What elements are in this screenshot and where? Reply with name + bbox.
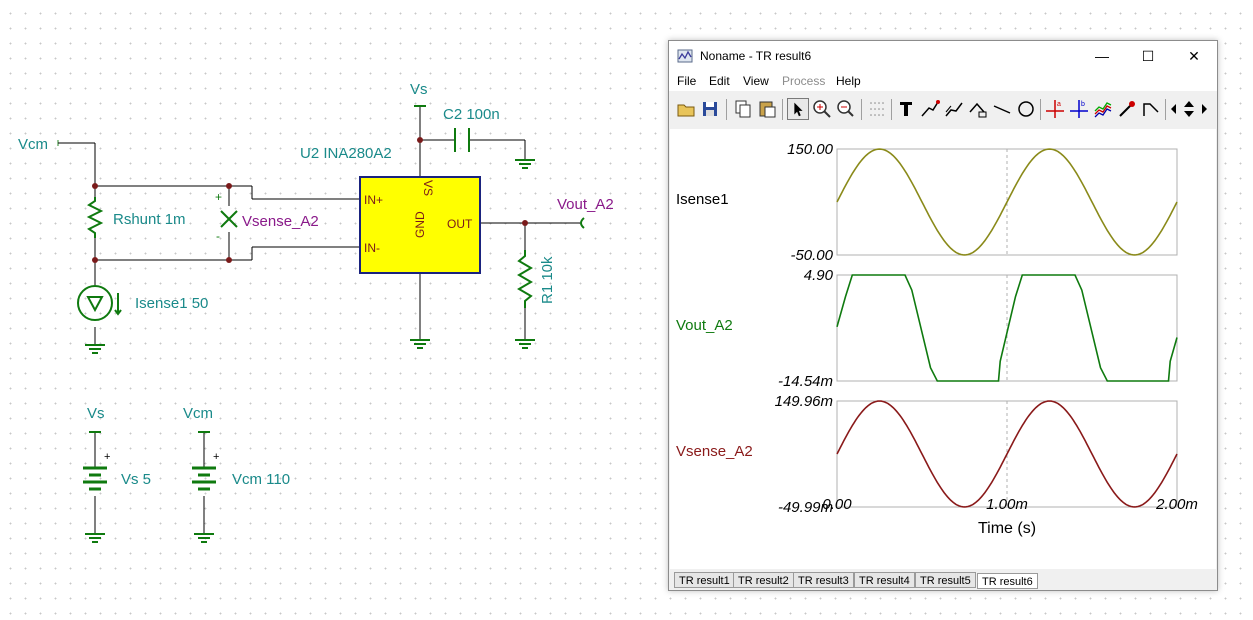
tr-result-window[interactable]: Noname - TR result6 — ☐ ✕ File Edit View… xyxy=(668,40,1218,591)
vout-terminal[interactable] xyxy=(580,217,585,229)
pin-gnd-label: GND xyxy=(413,211,427,238)
maximize-button[interactable]: ☐ xyxy=(1125,41,1171,71)
tab-tr-result6[interactable]: TR result6 xyxy=(977,573,1038,589)
vcm-source-node-label: Vcm xyxy=(183,405,213,422)
y-bottom-tick-label-0: -50.00 xyxy=(790,247,833,264)
vs-battery[interactable] xyxy=(83,466,107,491)
isense-current-source[interactable] xyxy=(77,285,122,321)
pin-vs-label: VS xyxy=(421,180,435,196)
c2-label: C2 100n xyxy=(443,106,500,123)
pin-in-plus-label: IN+ xyxy=(364,193,383,207)
vsense-plus-sign: + xyxy=(215,190,222,204)
cursor-b-icon[interactable]: b xyxy=(1068,98,1090,120)
series-name-label-2: Vsense_A2 xyxy=(676,443,753,460)
y-bottom-tick-label-1: -14.54m xyxy=(778,373,833,390)
vsense-minus-sign: - xyxy=(216,229,220,243)
menu-view[interactable]: View xyxy=(743,74,769,88)
svg-text:b: b xyxy=(1081,101,1085,108)
grid-icon[interactable] xyxy=(866,98,888,120)
pin-in-minus-label: IN- xyxy=(364,241,380,255)
rshunt-resistor[interactable] xyxy=(86,197,104,238)
minimize-button[interactable]: — xyxy=(1079,41,1125,71)
rshunt-label: Rshunt 1m xyxy=(113,211,186,228)
tab-tr-result5[interactable]: TR result5 xyxy=(915,572,976,588)
x-tick-label-0: 0.00 xyxy=(822,496,852,513)
menu-edit[interactable]: Edit xyxy=(709,74,730,88)
tab-tr-result2[interactable]: TR result2 xyxy=(733,572,794,588)
close-button[interactable]: ✕ xyxy=(1171,41,1217,71)
tab-tr-result3[interactable]: TR result3 xyxy=(793,572,854,588)
vsense-meter[interactable] xyxy=(220,210,238,228)
bundle-icon[interactable] xyxy=(1092,98,1114,120)
app-icon xyxy=(677,49,693,63)
vs-source-node-label: Vs xyxy=(87,405,105,422)
result-tabs: TR result1 TR result2 TR result3 TR resu… xyxy=(670,569,1216,590)
vs-plus-sign: + xyxy=(104,451,110,463)
paste-icon[interactable] xyxy=(756,98,778,120)
title-bar[interactable]: Noname - TR result6 — ☐ ✕ xyxy=(669,41,1217,71)
vcm-battery[interactable] xyxy=(192,466,216,491)
curve-tool-icon[interactable] xyxy=(919,98,941,120)
r1-label: R1 10k xyxy=(539,256,556,304)
menu-help[interactable]: Help xyxy=(836,74,861,88)
menu-file[interactable]: File xyxy=(677,74,696,88)
step-icon[interactable] xyxy=(1140,98,1162,120)
vcm-source-value-label: Vcm 110 xyxy=(232,471,290,488)
series-name-label-0: Isense1 xyxy=(676,191,729,208)
vs-net-label: Vs xyxy=(410,81,428,98)
cursor-a-icon[interactable]: a xyxy=(1044,98,1066,120)
circle-icon[interactable] xyxy=(1015,98,1037,120)
vs-source-value-label: Vs 5 xyxy=(121,471,151,488)
c2-capacitor[interactable] xyxy=(454,128,470,152)
waveform-plot[interactable]: 150.00 -50.00 Isense1 4.90 -14.54m Vout_A2 149… xyxy=(670,129,1216,569)
scroll-left-icon[interactable] xyxy=(1167,98,1181,120)
toolbar: a b xyxy=(669,95,1217,125)
isense-label: Isense1 50 xyxy=(135,295,208,312)
pointer-icon[interactable] xyxy=(787,98,809,120)
scroll-right-icon[interactable] xyxy=(1197,98,1211,120)
text-icon[interactable] xyxy=(895,98,917,120)
y-top-tick-label-2: 149.96m xyxy=(775,393,833,410)
tab-tr-result4[interactable]: TR result4 xyxy=(854,572,915,588)
plot-area[interactable]: 150.00 -50.00 Isense1 4.90 -14.54m Vout_A2 149… xyxy=(670,129,1216,569)
vout-label: Vout_A2 xyxy=(557,196,614,213)
menu-process[interactable]: Process xyxy=(782,74,825,88)
series-name-label-1: Vout_A2 xyxy=(676,317,733,334)
x-tick-label-2: 2.00m xyxy=(1155,496,1198,513)
copy-icon[interactable] xyxy=(732,98,754,120)
x-axis-label: Time (s) xyxy=(978,520,1036,537)
pin-out-label: OUT xyxy=(447,217,473,231)
y-top-tick-label-0: 150.00 xyxy=(787,141,834,158)
vcm-node-label: Vcm xyxy=(18,136,48,153)
zoom-100-icon[interactable] xyxy=(835,98,857,120)
zoom-in-icon[interactable] xyxy=(811,98,833,120)
schematic-canvas[interactable]: Vcm Rshunt 1m Vsense_A2 Isense1 50 Vs C2… xyxy=(0,0,660,620)
window-title: Noname - TR result6 xyxy=(700,49,812,63)
probe-icon[interactable] xyxy=(1116,98,1138,120)
svg-text:a: a xyxy=(1057,101,1061,108)
curve-tool3-icon[interactable] xyxy=(967,98,989,120)
x-tick-label-1: 1.00m xyxy=(986,496,1028,513)
tab-tr-result1[interactable]: TR result1 xyxy=(674,572,735,588)
line-icon[interactable] xyxy=(991,98,1013,120)
save-icon[interactable] xyxy=(699,98,721,120)
vcm-plus-sign: + xyxy=(213,451,219,463)
curve-tool2-icon[interactable] xyxy=(943,98,965,120)
open-icon[interactable] xyxy=(675,98,697,120)
y-top-tick-label-1: 4.90 xyxy=(804,267,834,284)
u2-label: U2 INA280A2 xyxy=(300,145,392,162)
vsense-label: Vsense_A2 xyxy=(242,213,319,230)
menu-bar: File Edit View Process Help xyxy=(669,71,1217,91)
r1-resistor[interactable] xyxy=(517,250,533,308)
scroll-updown-icon[interactable] xyxy=(1181,98,1197,120)
